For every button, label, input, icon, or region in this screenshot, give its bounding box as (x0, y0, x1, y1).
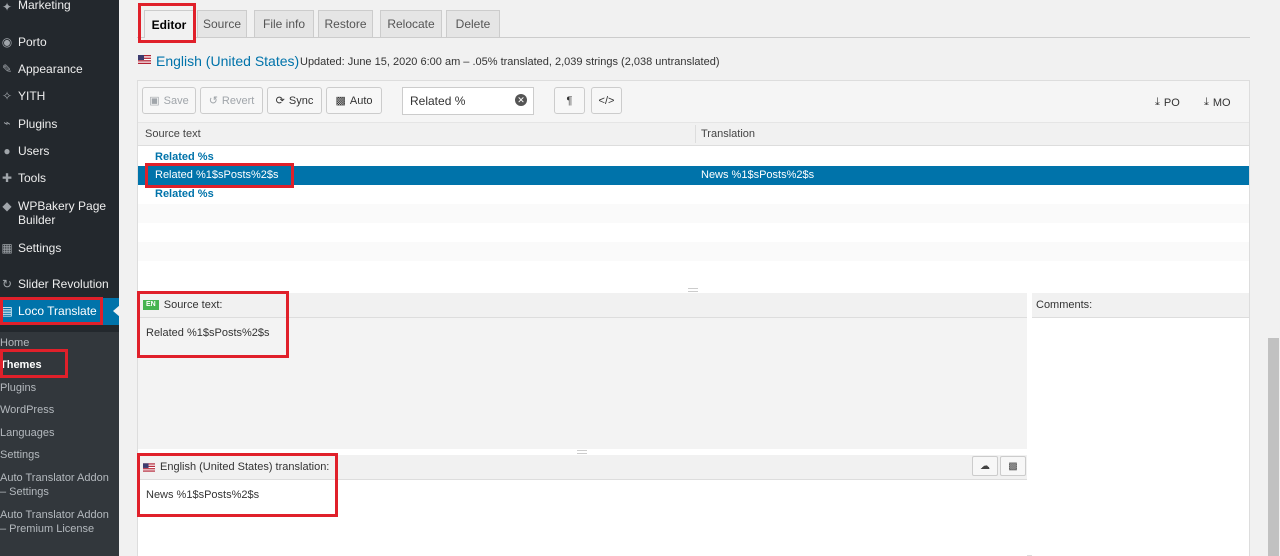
filter-input[interactable] (410, 94, 510, 108)
paintbrush-icon: ✎ (1, 62, 13, 76)
menu-appearance[interactable]: ✎ Appearance (0, 62, 119, 76)
resize-handle[interactable] (577, 450, 587, 454)
robot-icon: ▩ (1008, 460, 1018, 472)
menu-slider-revolution[interactable]: ↻ Slider Revolution (0, 277, 119, 291)
robot-icon: ▩ (335, 95, 346, 107)
save-button[interactable]: ▣ Save (142, 87, 196, 114)
translation-stats: Updated: June 15, 2020 6:00 am – .05% tr… (300, 56, 720, 68)
admin-sidebar: ✦ Marketing ◉ Porto ✎ Appearance ✧ YITH … (0, 0, 120, 556)
table-row-empty (138, 223, 1249, 242)
toggle-invisibles-button[interactable]: ¶ (554, 87, 585, 114)
download-icon: ⤓ (1204, 96, 1209, 108)
download-mo-button[interactable]: ⤓ MO (1204, 96, 1231, 109)
tab-delete[interactable]: Delete (446, 10, 500, 37)
tab-relocate[interactable]: Relocate (380, 10, 442, 37)
comments-panel-header: Comments: (1032, 293, 1249, 318)
submenu-settings[interactable]: Settings (0, 448, 119, 462)
table-row[interactable]: Related %s (138, 148, 1249, 167)
slider-revolution-icon: ↻ (1, 277, 13, 291)
megaphone-icon: ✦ (1, 0, 13, 14)
row-source: Related %s (155, 151, 214, 163)
save-icon: ▣ (149, 95, 160, 107)
source-column-header[interactable]: Source text (145, 128, 201, 140)
highlight-loco-translate (0, 297, 103, 325)
table-row-empty (138, 242, 1249, 261)
auto-translate-button[interactable]: ▩ Auto (326, 87, 382, 114)
settings-icon: ▦ (1, 241, 13, 255)
menu-porto[interactable]: ◉ Porto (0, 34, 119, 49)
revert-icon: ↺ (208, 95, 218, 107)
row-source: Related %s (155, 188, 214, 200)
highlight-translation (137, 453, 338, 517)
submenu-auto-translator-settings[interactable]: Auto Translator Addon – Settings (0, 471, 112, 499)
us-flag-icon (138, 55, 151, 64)
current-menu-arrow (113, 305, 120, 317)
row-translation: News %1$sPosts%2$s (701, 169, 815, 181)
submenu-wordpress[interactable]: WordPress (0, 403, 119, 417)
download-icon: ⤓ (1155, 96, 1160, 108)
cloud-icon: ☁ (980, 460, 990, 472)
table-row-empty (138, 261, 1249, 273)
clear-filter-icon[interactable]: ✕ (515, 94, 527, 106)
menu-tools[interactable]: ✚ Tools (0, 171, 119, 185)
tab-bar-line (137, 37, 1250, 38)
grid-header: Source text Translation (138, 123, 1249, 146)
wrench-icon: ✚ (1, 171, 13, 185)
translation-column-header[interactable]: Translation (701, 128, 755, 140)
highlight-selected-row (145, 163, 294, 188)
yith-icon: ✧ (1, 89, 13, 103)
sync-button[interactable]: ⟳ Sync (267, 87, 322, 114)
tab-source[interactable]: Source (197, 10, 247, 37)
submenu-plugins[interactable]: Plugins (0, 381, 119, 395)
cloud-translate-button[interactable]: ☁ (972, 456, 998, 476)
table-row-empty (138, 204, 1249, 223)
download-po-button[interactable]: ⤓ PO (1155, 96, 1180, 109)
users-icon: ● (3, 144, 11, 158)
submenu-auto-translator-license[interactable]: Auto Translator Addon – Premium License (0, 508, 112, 536)
tab-file-info[interactable]: File info (254, 10, 314, 37)
menu-settings[interactable]: ▦ Settings (0, 241, 119, 255)
menu-users[interactable]: ● Users (0, 144, 119, 158)
menu-marketing[interactable]: ✦ Marketing (0, 0, 119, 14)
tab-restore[interactable]: Restore (318, 10, 373, 37)
submenu-home[interactable]: Home (0, 336, 119, 350)
language-link[interactable]: English (United States) (156, 53, 299, 69)
resize-handle[interactable] (688, 288, 698, 292)
column-divider[interactable] (695, 125, 696, 143)
filter-field: ✕ (402, 87, 534, 115)
revert-button[interactable]: ↺ Revert (200, 87, 263, 114)
robot-translate-button[interactable]: ▩ (1000, 456, 1026, 476)
menu-yith[interactable]: ✧ YITH (0, 89, 119, 103)
plugin-icon: ⌁ (3, 116, 11, 130)
submenu-languages[interactable]: Languages (0, 426, 119, 440)
scrollbar-thumb[interactable] (1268, 338, 1279, 556)
menu-wpbakery[interactable]: ◆ WPBakery Page Builder (0, 199, 119, 229)
highlight-editor-tab (138, 3, 196, 43)
highlight-source-text (137, 291, 289, 358)
comments-panel-title: Comments: (1036, 299, 1093, 311)
tab-bar: Editor Source File info Restore Relocate… (137, 0, 1250, 39)
table-row[interactable]: Related %s (138, 185, 1249, 204)
sync-icon: ⟳ (275, 95, 285, 107)
highlight-themes (0, 349, 68, 378)
table-row-selected[interactable]: Related %1$sPosts%2$s News %1$sPosts%2$s (138, 166, 1249, 185)
toggle-code-view-button[interactable]: </> (591, 87, 622, 114)
wpbakery-icon: ◆ (2, 199, 12, 213)
porto-icon: ◉ (1, 35, 13, 49)
comments-panel-body[interactable] (1032, 318, 1249, 556)
menu-plugins[interactable]: ⌁ Plugins (0, 116, 119, 131)
